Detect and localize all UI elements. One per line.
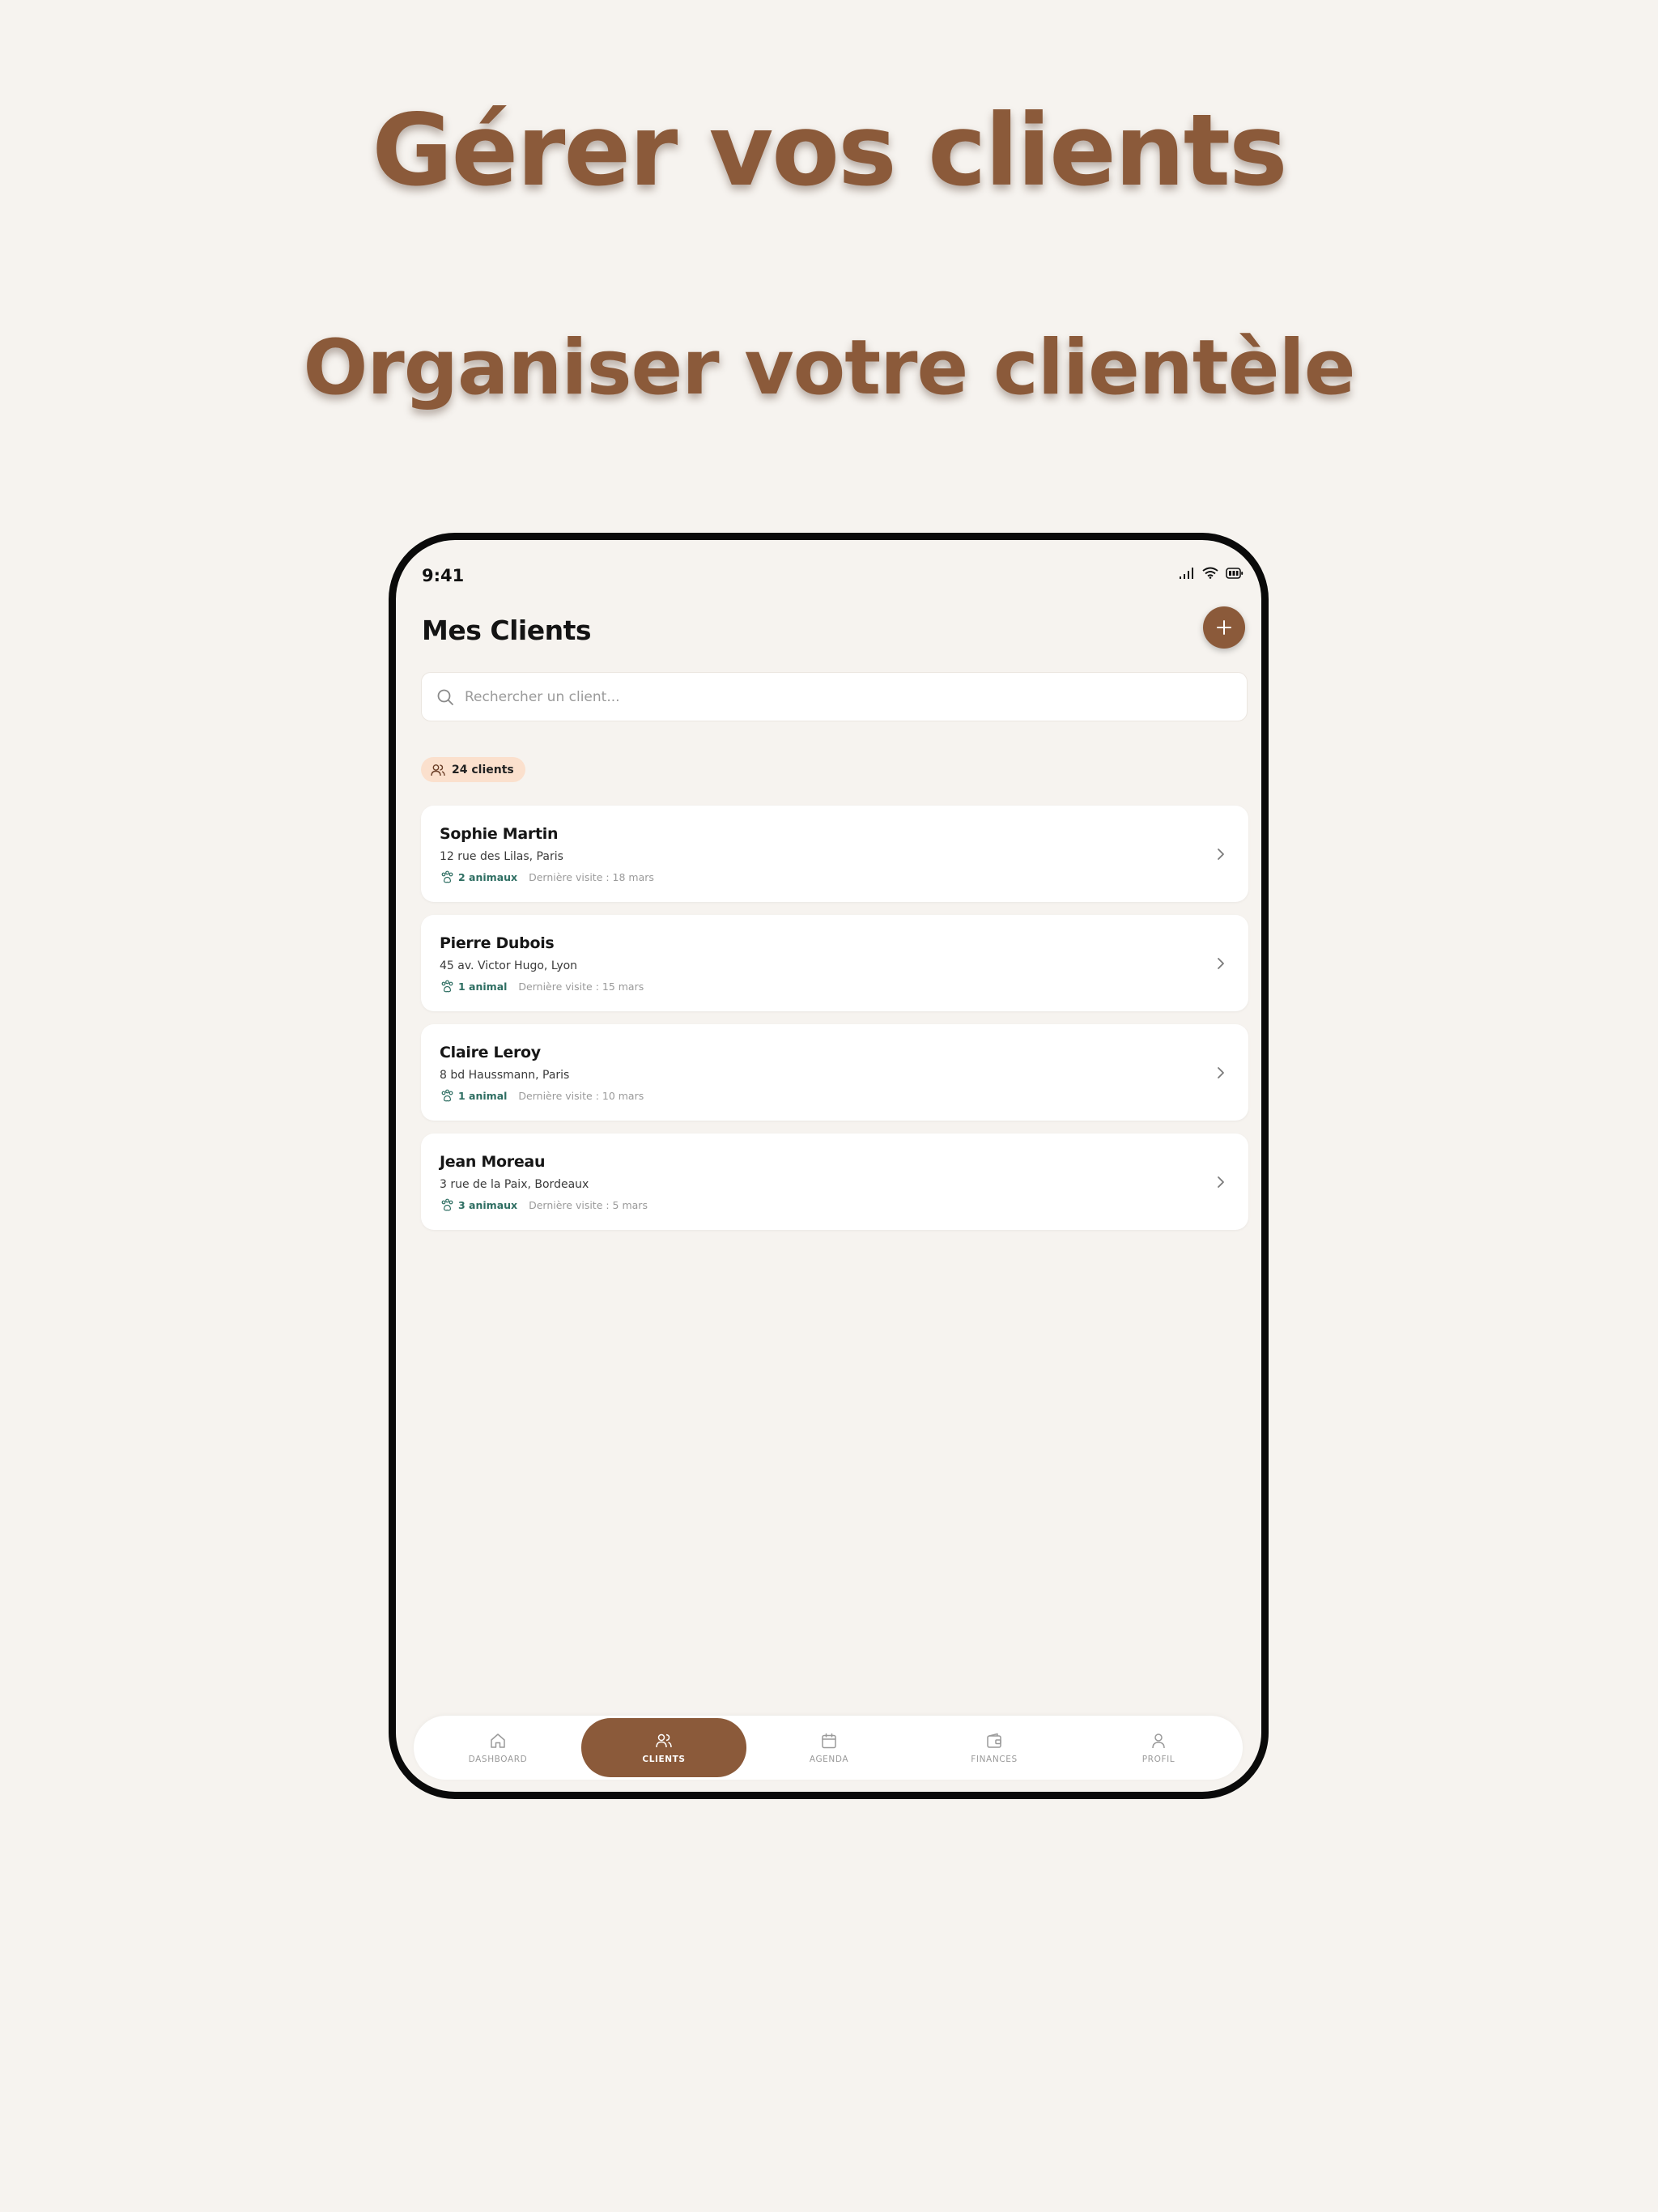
animal-count: 1 animal (458, 1089, 508, 1102)
paw-icon (440, 1197, 454, 1212)
last-visit: Dernière visite : 15 mars (518, 980, 644, 993)
client-card[interactable]: Jean Moreau 3 rue de la Paix, Bordeaux 3… (421, 1134, 1248, 1230)
animal-count: 2 animaux (458, 870, 518, 883)
client-card[interactable]: Sophie Martin 12 rue des Lilas, Paris 2 … (421, 806, 1248, 902)
paw-icon (440, 979, 454, 993)
client-name: Sophie Martin (440, 825, 559, 843)
nav-item-clients[interactable]: CLIENTS (581, 1718, 746, 1777)
nav-label: DASHBOARD (468, 1754, 528, 1764)
wallet-icon (987, 1733, 1001, 1748)
nav-label: CLIENTS (642, 1754, 686, 1764)
bottom-nav: DASHBOARD CLIENTS AGENDA FINANCES PROFIL (414, 1716, 1243, 1780)
users-icon (656, 1733, 672, 1747)
chevron-right-icon (1218, 849, 1224, 860)
client-card[interactable]: Pierre Dubois 45 av. Victor Hugo, Lyon 1… (421, 915, 1248, 1011)
promo-headline: Gérer vos clients (372, 93, 1287, 208)
chevron-right-icon (1218, 1067, 1224, 1078)
search-icon (436, 687, 455, 707)
calendar-icon (822, 1733, 836, 1748)
nav-label: PROFIL (1141, 1754, 1175, 1764)
paw-icon (440, 1088, 454, 1103)
wifi-icon (1202, 567, 1218, 582)
client-meta: 2 animaux Dernière visite : 18 mars (440, 870, 654, 884)
nav-item-profil[interactable]: PROFIL (1076, 1718, 1241, 1777)
plus-icon (1217, 620, 1231, 635)
animal-count: 3 animaux (458, 1198, 518, 1211)
status-time: 9:41 (422, 566, 465, 585)
nav-item-agenda[interactable]: AGENDA (746, 1718, 912, 1777)
client-address: 12 rue des Lilas, Paris (440, 850, 563, 863)
nav-item-dashboard[interactable]: DASHBOARD (415, 1718, 580, 1777)
search-input[interactable] (463, 687, 1195, 706)
user-icon (1152, 1733, 1165, 1748)
chevron-right-icon (1218, 958, 1224, 969)
client-meta: 1 animal Dernière visite : 15 mars (440, 979, 644, 993)
client-card[interactable]: Claire Leroy 8 bd Haussmann, Paris 1 ani… (421, 1024, 1248, 1121)
paw-icon (440, 870, 454, 884)
last-visit: Dernière visite : 5 mars (529, 1198, 648, 1211)
nav-label: FINANCES (971, 1754, 1018, 1764)
client-name: Pierre Dubois (440, 934, 555, 952)
chevron-right-icon (1218, 1176, 1224, 1188)
last-visit: Dernière visite : 18 mars (529, 870, 654, 883)
nav-label: AGENDA (809, 1754, 849, 1764)
signal-icon (1179, 567, 1195, 582)
client-count-label: 24 clients (452, 763, 514, 776)
status-icons (1179, 567, 1244, 582)
client-count-badge: 24 clients (421, 757, 525, 782)
home-icon (491, 1733, 505, 1748)
search-bar[interactable] (421, 672, 1248, 721)
client-address: 3 rue de la Paix, Bordeaux (440, 1178, 589, 1191)
app-screen: 9:41 Mes Clients Rechercher un client...… (396, 540, 1261, 1792)
client-address: 45 av. Victor Hugo, Lyon (440, 959, 578, 972)
tablet-frame: 9:41 Mes Clients Rechercher un client...… (389, 533, 1269, 1799)
client-meta: 1 animal Dernière visite : 10 mars (440, 1088, 644, 1103)
battery-icon (1226, 567, 1244, 582)
promo-subheadline: Organiser votre clientèle (303, 324, 1355, 412)
animal-count: 1 animal (458, 980, 508, 993)
client-name: Jean Moreau (440, 1153, 546, 1171)
add-client-button[interactable] (1203, 606, 1245, 649)
nav-item-finances[interactable]: FINANCES (912, 1718, 1077, 1777)
page-title: Mes Clients (422, 615, 591, 646)
last-visit: Dernière visite : 10 mars (518, 1089, 644, 1102)
client-meta: 3 animaux Dernière visite : 5 mars (440, 1197, 648, 1212)
users-icon (431, 764, 445, 776)
client-address: 8 bd Haussmann, Paris (440, 1069, 570, 1082)
client-name: Claire Leroy (440, 1044, 541, 1061)
